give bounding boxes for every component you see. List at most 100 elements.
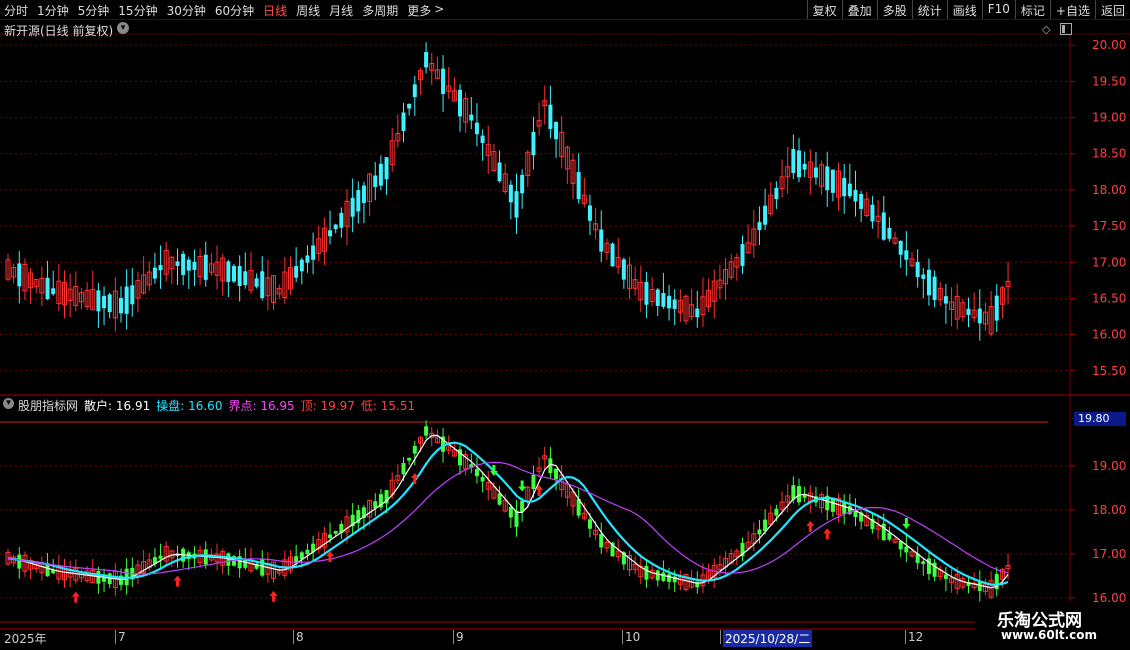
candle-body xyxy=(508,506,513,518)
indicator-menu-icon[interactable]: ▾ xyxy=(3,398,14,409)
candle-body xyxy=(915,261,920,278)
candle-body xyxy=(791,148,796,173)
price-tick-label: 20.00 xyxy=(1092,38,1126,52)
candle-body xyxy=(621,259,626,280)
candle-body xyxy=(469,114,474,121)
indicator-candles[interactable] xyxy=(5,420,1011,602)
candle-body xyxy=(887,227,892,239)
candle-body xyxy=(474,122,479,135)
price-tick-label: 16.50 xyxy=(1092,291,1126,305)
candle-body xyxy=(441,68,446,95)
candle-body xyxy=(17,554,22,569)
indicator-value: 低: 15.51 xyxy=(361,397,415,414)
candle-body xyxy=(407,457,412,461)
chart-area[interactable]: 15.50 16.00 16.50 17.00 17.50 18.00 18.50 19.00… xyxy=(0,0,1130,650)
candle-body xyxy=(587,519,592,529)
period-tab[interactable]: 30分钟 xyxy=(167,2,206,19)
sell-arrow-icon xyxy=(518,480,527,492)
toolbar-button[interactable]: 多股 xyxy=(876,0,912,19)
price-tick-label: 17.00 xyxy=(1092,255,1126,269)
candle-body xyxy=(412,84,417,98)
candle-body xyxy=(17,263,22,287)
period-tab[interactable]: 周线 xyxy=(296,2,320,19)
period-tab[interactable]: 日线 xyxy=(263,2,287,19)
period-tab[interactable]: 更多 xyxy=(407,2,431,19)
price-tick-label: 19.50 xyxy=(1092,74,1126,88)
candle-body xyxy=(378,163,383,186)
candle-body xyxy=(655,289,660,306)
candle-body xyxy=(904,250,909,260)
toolbar-button[interactable]: 返回 xyxy=(1094,0,1130,19)
candle-body xyxy=(813,167,818,178)
candle-body xyxy=(401,462,406,475)
candle-body xyxy=(898,240,903,255)
date-tick xyxy=(622,630,623,644)
candle-body xyxy=(373,175,378,187)
candle-body xyxy=(644,565,649,580)
candle-body xyxy=(361,185,366,203)
stock-title: 新开源(日线 前复权) xyxy=(4,24,114,38)
period-tab[interactable]: 分时 xyxy=(4,2,28,19)
date-label: 2025/10/28/二 xyxy=(723,630,813,647)
price-tick-label: 18.50 xyxy=(1092,147,1126,161)
candle-body xyxy=(158,555,163,559)
period-tab[interactable]: 月线 xyxy=(329,2,353,19)
candle-body xyxy=(294,266,299,278)
candle-body xyxy=(853,189,858,202)
candle-body xyxy=(610,243,615,267)
candle-body xyxy=(350,197,355,217)
buy-arrow-icon xyxy=(269,590,278,602)
indicator-value-number: 16.60 xyxy=(184,399,223,413)
candle-body xyxy=(508,184,513,203)
price-tick-label: 15.50 xyxy=(1092,364,1126,378)
chevron-down-icon[interactable]: ▾ xyxy=(117,22,129,34)
main-grid xyxy=(0,33,1130,396)
candle-body xyxy=(401,112,406,131)
buy-arrow-icon xyxy=(173,575,182,587)
candle-body xyxy=(672,299,677,309)
candle-body xyxy=(237,265,242,287)
period-tab[interactable]: 多周期 xyxy=(362,2,398,19)
chevron-right-icon[interactable]: > xyxy=(434,2,444,19)
candle-body xyxy=(226,553,231,566)
candle-body xyxy=(497,493,502,505)
diamond-icon[interactable]: ◇ xyxy=(1042,23,1050,36)
panel-toggle-icon[interactable] xyxy=(1060,23,1072,35)
candle-body xyxy=(243,271,248,286)
period-tab[interactable]: 15分钟 xyxy=(118,2,157,19)
candle-body xyxy=(740,244,745,266)
candle-body xyxy=(181,253,186,275)
candle-body xyxy=(926,269,931,296)
indicator-value: 界点: 16.95 xyxy=(228,397,294,414)
price-tick-label: 19.00 xyxy=(1092,111,1126,125)
candle-body xyxy=(305,255,310,263)
date-label: 7 xyxy=(118,630,126,644)
candle-body xyxy=(904,546,909,553)
indicator-value-number: 19.97 xyxy=(316,399,355,413)
main-candles[interactable] xyxy=(5,42,1011,341)
candle-body xyxy=(175,261,180,267)
toolbar-button[interactable]: F10 xyxy=(981,0,1015,19)
indicator-lines xyxy=(7,434,1009,589)
toolbar-button[interactable]: 统计 xyxy=(911,0,947,19)
toolbar-button[interactable]: 复权 xyxy=(806,0,842,19)
candle-body xyxy=(554,468,559,480)
candle-body xyxy=(480,135,485,143)
candle-body xyxy=(328,534,333,539)
buy-arrow-icon xyxy=(71,591,80,603)
candle-body xyxy=(554,121,559,140)
price-tick-label: 18.00 xyxy=(1092,503,1126,517)
toolbar-button[interactable]: +自选 xyxy=(1049,0,1095,19)
watermark-url: www.60lt.com xyxy=(1001,628,1098,642)
toolbar-button[interactable]: 叠加 xyxy=(841,0,877,19)
period-tab[interactable]: 60分钟 xyxy=(215,2,254,19)
period-tab[interactable]: 1分钟 xyxy=(37,2,69,19)
candle-body xyxy=(226,261,231,282)
indicator-value-label: 顶: xyxy=(300,399,317,413)
candle-body xyxy=(520,174,525,194)
period-tab[interactable]: 5分钟 xyxy=(78,2,110,19)
toolbar-button[interactable]: 画线 xyxy=(946,0,982,19)
toolbar-button[interactable]: 标记 xyxy=(1014,0,1050,19)
indicator-name: 股朋指标网 xyxy=(18,399,79,413)
candle-body xyxy=(870,204,875,222)
